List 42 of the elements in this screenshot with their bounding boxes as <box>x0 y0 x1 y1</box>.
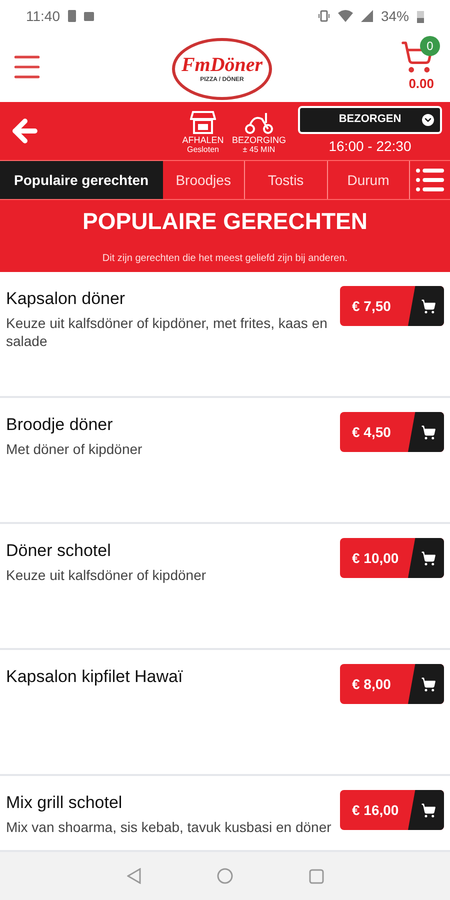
home-icon[interactable] <box>216 868 232 884</box>
add-to-cart-button[interactable]: € 4,50 <box>340 412 444 452</box>
cart-icon[interactable] <box>400 40 434 74</box>
dish-name: Döner schotel <box>6 540 112 562</box>
cart-total: 0.00 <box>408 75 434 94</box>
signal-icon <box>360 10 373 22</box>
pickup-status: Gesloten <box>186 144 220 154</box>
battery-icon <box>417 10 424 22</box>
order-mode-dropdown[interactable]: BEZORGEN <box>298 106 442 134</box>
opening-hours: 16:00 - 22:30 <box>328 136 412 156</box>
cart-icon <box>421 676 436 692</box>
dish-name: Broodje döner <box>6 414 114 436</box>
cart-icon <box>421 424 436 440</box>
cart-count-badge: 0 <box>420 36 440 56</box>
dish-description: Met döner of kipdöner <box>6 440 142 458</box>
vibrate-icon <box>318 10 330 22</box>
cart-icon <box>421 298 436 314</box>
section-banner: POPULAIRE GERECHTEN Dit zijn gerechten die het meest geliefd zijn bij anderen. <box>0 200 450 272</box>
dish-description: Keuze uit kalfsdöner of kipdöner <box>6 566 206 584</box>
add-to-cart-button[interactable]: € 10,00 <box>340 538 444 578</box>
dish-description: Mix van shoarma, sis kebab, tavuk kusbasi en döner <box>6 818 332 836</box>
add-to-cart-button[interactable]: € 8,00 <box>340 664 444 704</box>
pickup-label: AFHALEN <box>182 134 224 144</box>
delivery-time: ± 45 MIN <box>242 144 276 154</box>
clock: 11:40 <box>26 6 60 26</box>
image-icon <box>84 12 94 20</box>
dish-description: Keuze uit kalfsdöner of kipdöner, met frites, kaas en salade <box>6 314 328 350</box>
shop-icon <box>190 108 216 134</box>
add-to-cart-button[interactable]: € 16,00 <box>340 790 444 830</box>
dish-name: Kapsalon kipfilet Hawaï <box>6 666 183 688</box>
battery-level: 34% <box>380 6 409 26</box>
category-tab[interactable]: Populaire gerechten <box>0 161 163 199</box>
recents-icon[interactable] <box>308 868 324 884</box>
add-to-cart-button[interactable]: € 7,50 <box>340 286 444 326</box>
back-icon[interactable] <box>126 868 140 884</box>
delivery-label: BEZORGING <box>232 134 286 144</box>
wifi-icon <box>338 10 353 22</box>
dish-name: Kapsalon döner <box>6 288 126 310</box>
cart-icon <box>421 550 436 566</box>
sim-icon <box>68 10 76 22</box>
dish-name: Mix grill schotel <box>6 792 124 814</box>
cart-icon <box>421 802 436 818</box>
